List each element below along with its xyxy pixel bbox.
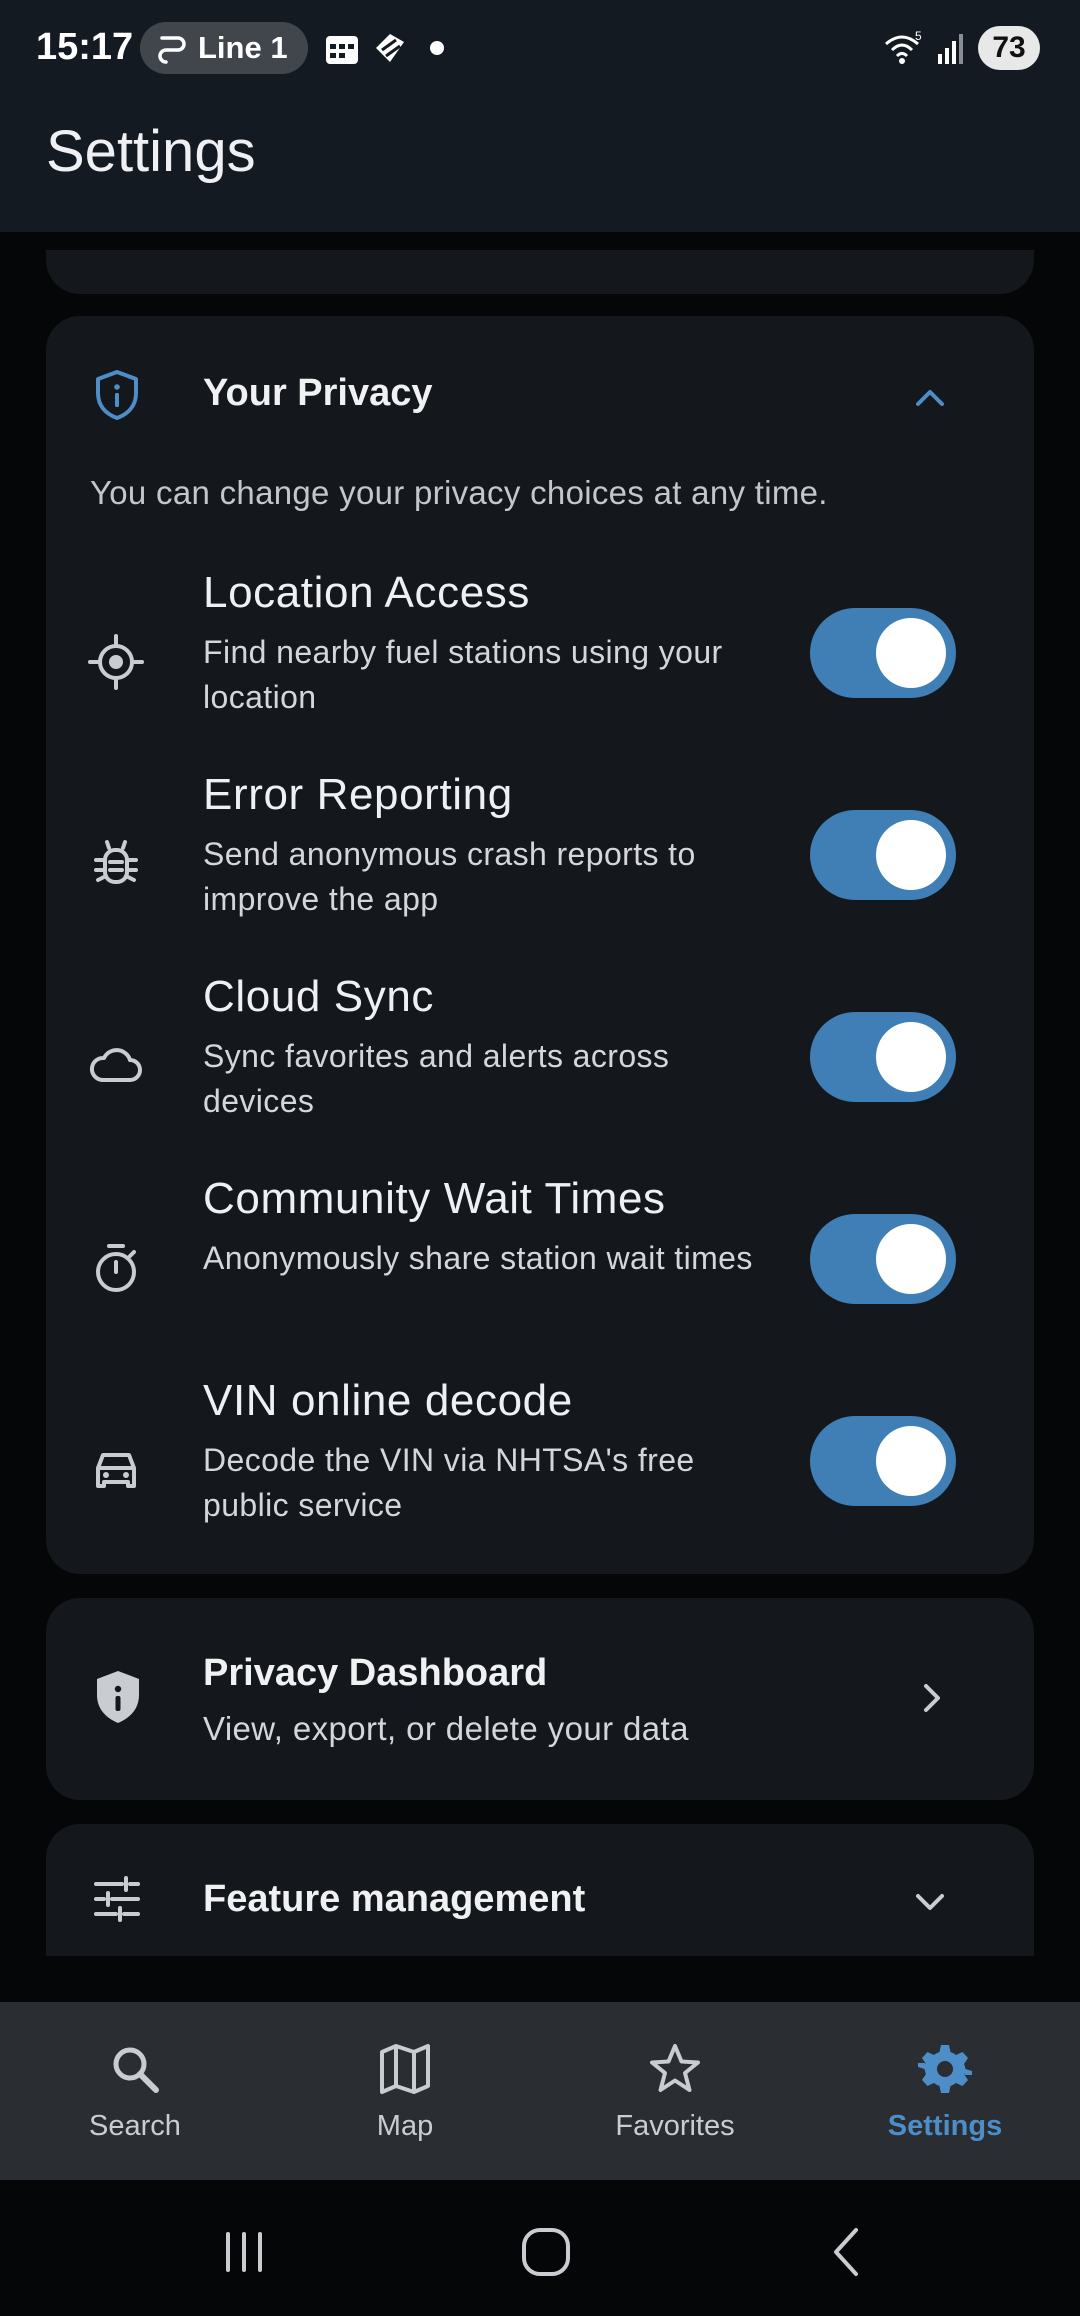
row-title: VIN online decode: [203, 1376, 573, 1425]
row-subtitle: Anonymously share station wait times: [203, 1240, 753, 1276]
system-navigation-bar: [0, 2180, 1080, 2316]
row-title: Error Reporting: [203, 770, 513, 819]
privacy-dashboard-item[interactable]: Privacy Dashboard View, export, or delet…: [46, 1598, 1034, 1800]
privacy-row-location[interactable]: Location Access Find nearby fuel station…: [46, 568, 1034, 758]
location-toggle[interactable]: [810, 608, 956, 698]
privacy-title: Your Privacy: [203, 372, 433, 414]
chevron-down-icon: [916, 1894, 944, 1910]
call-pill[interactable]: Line 1: [140, 22, 308, 74]
chevron-up-icon: [916, 390, 944, 406]
back-icon[interactable]: [818, 2222, 878, 2282]
feature-management-section[interactable]: Feature management: [46, 1824, 1034, 1956]
tune-icon: [94, 1876, 140, 1922]
privacy-row-community-wait-times[interactable]: Community Wait Times Anonymously share s…: [46, 1174, 1034, 1364]
privacy-row-cloud-sync[interactable]: Cloud Sync Sync favorites and alerts acr…: [46, 972, 1034, 1162]
feature-management-title: Feature management: [203, 1878, 586, 1920]
nav-search[interactable]: Search: [0, 2002, 270, 2180]
privacy-row-vin-decode[interactable]: VIN online decode Decode the VIN via NHT…: [46, 1376, 1034, 1566]
privacy-section-header[interactable]: Your Privacy: [46, 316, 1034, 476]
calendar-icon: [326, 36, 358, 64]
battery-indicator: 73: [978, 26, 1040, 70]
nav-label: Map: [376, 2110, 434, 2142]
vin-decode-toggle[interactable]: [810, 1416, 956, 1506]
cloud-sync-toggle[interactable]: [810, 1012, 956, 1102]
nav-label: Settings: [887, 2110, 1003, 2142]
nav-map[interactable]: Map: [270, 2002, 540, 2180]
nav-settings[interactable]: Settings: [810, 2002, 1080, 2180]
privacy-description: You can change your privacy choices at a…: [90, 474, 828, 511]
shield-info-icon: [96, 370, 138, 420]
app-notification-icon: [376, 34, 404, 62]
row-title: Cloud Sync: [203, 972, 435, 1021]
row-subtitle: Send anonymous crash reports to improve …: [203, 836, 696, 917]
page-title: Settings: [46, 119, 256, 184]
nav-label: Favorites: [615, 2110, 735, 2142]
nav-label: Search: [89, 2110, 181, 2142]
privacy-row-error-reporting[interactable]: Error Reporting Send anonymous crash rep…: [46, 770, 1034, 960]
star-icon: [650, 2044, 700, 2092]
location-icon: [88, 634, 144, 690]
row-subtitle: Decode the VIN via NHTSA's free public s…: [203, 1442, 695, 1523]
privacy-card: Your Privacy You can change your privacy…: [46, 316, 1034, 1574]
row-subtitle: Sync favorites and alerts across devices: [203, 1038, 670, 1119]
dashboard-subtitle: View, export, or delete your data: [203, 1710, 689, 1747]
signal-icon: [938, 34, 963, 64]
toggle-knob: [876, 1426, 946, 1496]
line-icon: [158, 36, 186, 64]
toggle-knob: [876, 820, 946, 890]
status-time: 15:17: [36, 26, 134, 68]
cloud-icon: [89, 1048, 142, 1082]
notification-dot: [430, 41, 444, 55]
pill-label: Line 1: [198, 30, 288, 65]
bug-icon: [94, 840, 138, 884]
bottom-navigation: Search Map Favorites Settings: [0, 2002, 1080, 2180]
wifi-icon: 5: [885, 30, 922, 64]
wifi-label: 5: [915, 30, 922, 43]
car-icon: [96, 1453, 136, 1488]
toggle-knob: [876, 1022, 946, 1092]
gear-icon: [918, 2045, 972, 2093]
home-icon[interactable]: [516, 2222, 576, 2282]
status-bar: 15:17 Line 1 5 73: [0, 0, 1080, 96]
recent-apps-icon[interactable]: [214, 2222, 274, 2282]
dashboard-title: Privacy Dashboard: [203, 1652, 548, 1694]
nav-favorites[interactable]: Favorites: [540, 2002, 810, 2180]
toggle-knob: [876, 1224, 946, 1294]
row-subtitle: Find nearby fuel stations using your loc…: [203, 634, 723, 715]
shield-info-filled-icon: [97, 1671, 139, 1723]
toggle-knob: [876, 618, 946, 688]
map-icon: [380, 2044, 430, 2094]
row-title: Location Access: [203, 568, 530, 617]
row-title: Community Wait Times: [203, 1174, 666, 1223]
chevron-right-icon: [924, 1684, 940, 1712]
previous-card-bottom: [46, 250, 1034, 294]
error-reporting-toggle[interactable]: [810, 810, 956, 900]
timer-icon: [96, 1244, 136, 1292]
community-wait-times-toggle[interactable]: [810, 1214, 956, 1304]
app-bar: Settings: [0, 96, 1080, 232]
search-icon: [113, 2047, 159, 2093]
